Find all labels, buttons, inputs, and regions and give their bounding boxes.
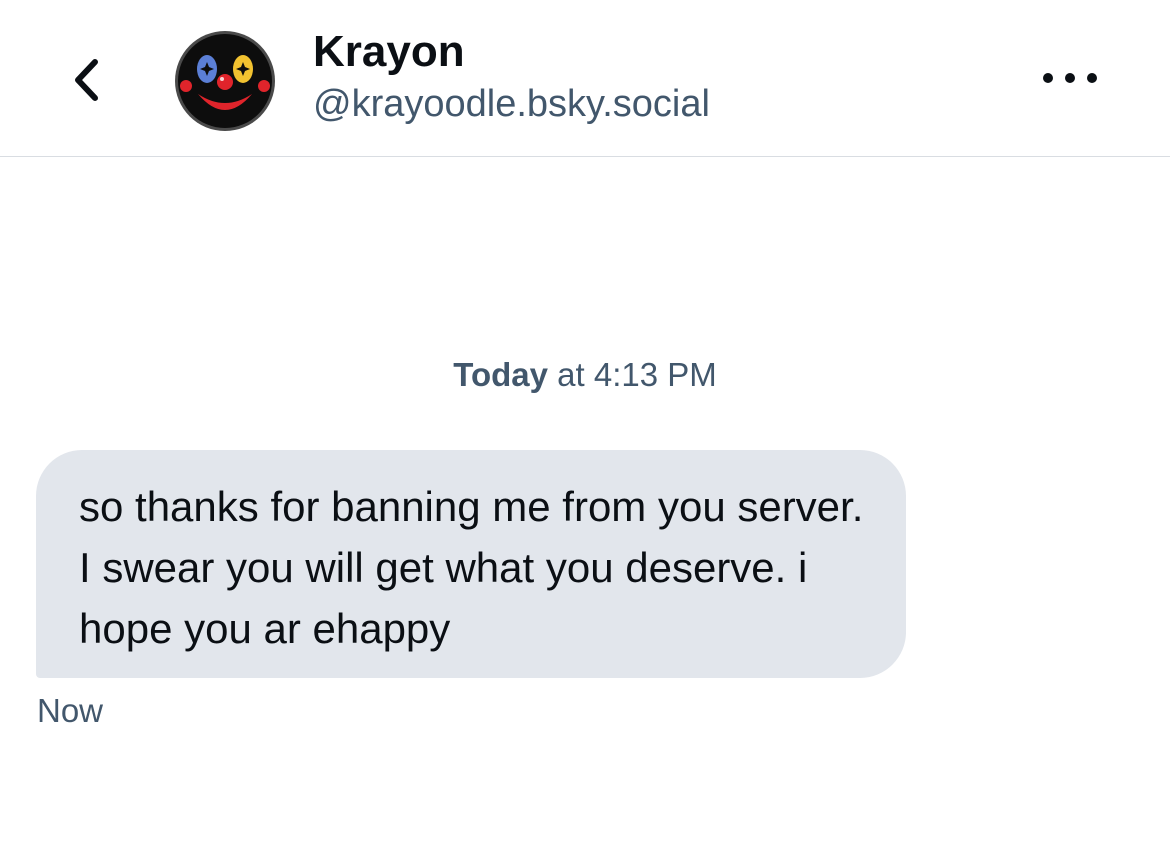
message-sent-time: Now xyxy=(37,692,104,729)
conversation-date-label: Today at 4:13 PM xyxy=(0,352,1170,398)
ellipsis-horizontal-icon xyxy=(1043,73,1097,83)
display-name: Krayon xyxy=(313,27,465,76)
avatar[interactable] xyxy=(174,30,276,132)
message-text: so thanks for banning me from you server… xyxy=(79,483,864,652)
user-handle: @krayoodle.bsky.social xyxy=(313,83,710,125)
date-label-day: Today xyxy=(453,356,548,393)
more-options-button[interactable] xyxy=(1030,56,1110,100)
date-label-time: at 4:13 PM xyxy=(547,356,717,393)
message-bubble[interactable]: so thanks for banning me from you server… xyxy=(36,450,906,678)
chat-screen: Krayon @krayoodle.bsky.social Today at 4… xyxy=(0,0,1170,845)
conversation-header: Krayon @krayoodle.bsky.social xyxy=(0,0,1170,157)
chevron-left-icon xyxy=(75,59,98,101)
back-button[interactable] xyxy=(56,50,116,110)
